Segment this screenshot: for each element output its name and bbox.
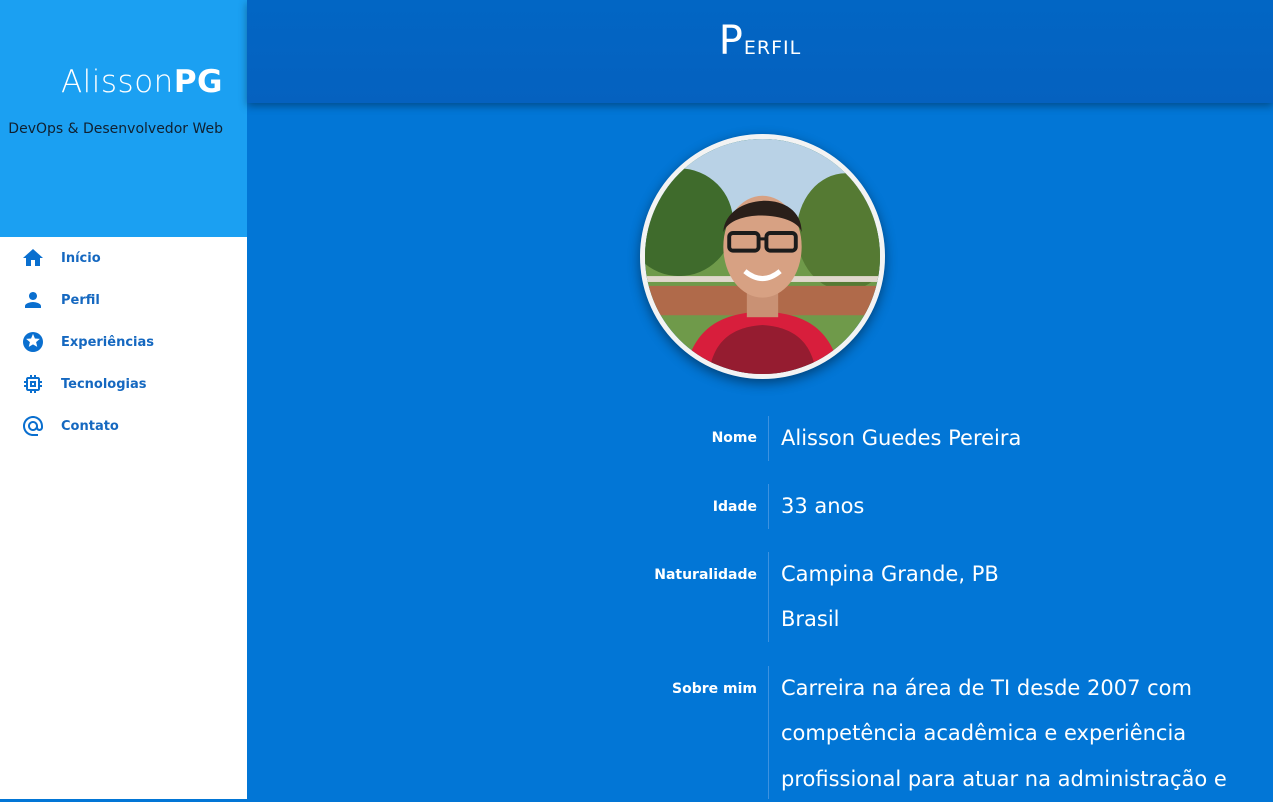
brand-subtitle: DevOps & Desenvolvedor Web [8,121,223,137]
age-value: 33 anos [781,494,865,518]
sidebar-nav: Início Perfil Experiências Tecnologias C… [0,237,247,447]
brand-logo[interactable]: AlissonPG [61,64,223,100]
sidebar-item-label: Contato [61,418,119,434]
brand-header: AlissonPG DevOps & Desenvolvedor Web [0,0,247,237]
row-divider [768,666,769,799]
about-text-line: profissional para atuar na administração… [781,767,1227,791]
profile-photo [645,139,880,374]
sidebar-item-contato[interactable]: Contato [0,405,247,447]
sidebar-item-label: Início [61,250,101,266]
brand-name-bold: PG [173,64,223,100]
sidebar: AlissonPG DevOps & Desenvolvedor Web Iní… [0,0,247,799]
person-icon [21,288,45,312]
profile-avatar [640,134,885,379]
age-label: Idade [712,499,757,515]
sidebar-item-tecnologias[interactable]: Tecnologias [0,363,247,405]
row-divider [768,552,769,642]
row-divider [768,416,769,461]
brand-name-light: Alisson [60,64,174,100]
row-divider [768,484,769,529]
birthplace-city: Campina Grande, PB [781,562,999,586]
home-icon [21,246,45,270]
chip-icon [21,372,45,396]
page-title: Perfil [718,18,802,64]
sidebar-item-label: Tecnologias [61,376,147,392]
about-label: Sobre mim [672,681,757,697]
name-value: Alisson Guedes Pereira [781,426,1022,450]
about-text-line: Carreira na área de TI desde 2007 com [781,676,1192,700]
sidebar-item-label: Experiências [61,334,154,350]
sidebar-item-perfil[interactable]: Perfil [0,279,247,321]
name-label: Nome [711,430,757,446]
star-icon [21,330,45,354]
birthplace-country: Brasil [781,607,840,631]
birthplace-label: Naturalidade [654,567,757,583]
sidebar-item-experiencias[interactable]: Experiências [0,321,247,363]
at-icon [21,414,45,438]
sidebar-item-label: Perfil [61,292,100,308]
page-header: Perfil [247,0,1273,103]
about-text-line: competência acadêmica e experiência [781,721,1187,745]
sidebar-item-inicio[interactable]: Início [0,237,247,279]
